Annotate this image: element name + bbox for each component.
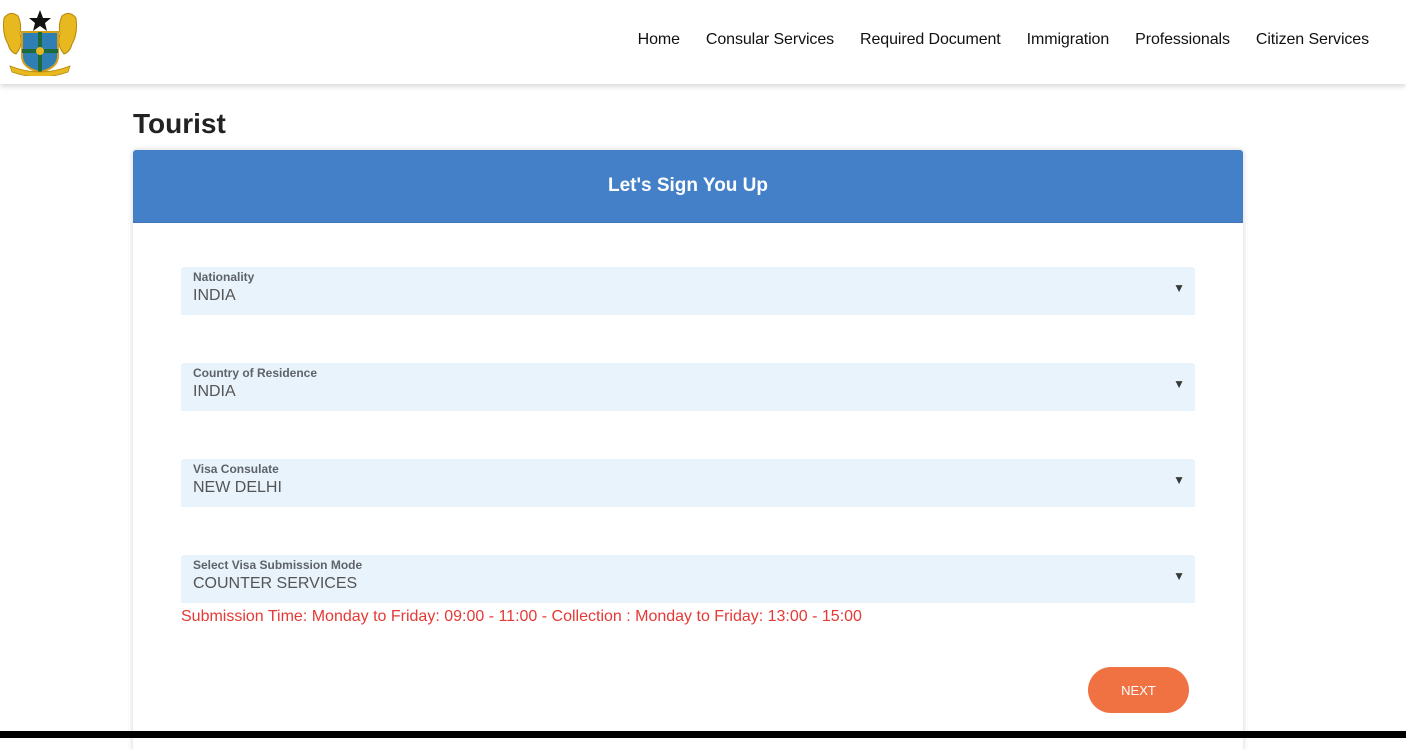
nav-home[interactable]: Home	[638, 31, 680, 49]
country-of-residence-select[interactable]: Country of Residence INDIA ▼	[181, 363, 1195, 411]
bottom-edge	[0, 731, 1406, 738]
chevron-down-icon[interactable]: ▼	[1173, 281, 1185, 295]
chevron-down-icon[interactable]: ▼	[1173, 569, 1185, 583]
card-header-title: Let's Sign You Up	[607, 175, 769, 196]
coat-of-arms-logo[interactable]	[0, 4, 80, 78]
nav-citizen-services[interactable]: Citizen Services	[1256, 31, 1369, 49]
nationality-select[interactable]: Nationality INDIA ▼	[181, 267, 1195, 315]
visa-consulate-label: Visa Consulate	[193, 462, 279, 476]
submission-mode-value: COUNTER SERVICES	[193, 575, 358, 592]
country-of-residence-value: INDIA	[193, 383, 236, 400]
nav-required-document[interactable]: Required Document	[860, 31, 1001, 49]
nav-immigration[interactable]: Immigration	[1027, 31, 1110, 49]
card-header: Let's Sign You Up	[133, 150, 1243, 223]
submission-time-info: Submission Time: Monday to Friday: 09:00…	[181, 608, 862, 625]
visa-consulate-value: NEW DELHI	[193, 479, 282, 496]
chevron-down-icon[interactable]: ▼	[1173, 473, 1185, 487]
submission-mode-select[interactable]: Select Visa Submission Mode COUNTER SERV…	[181, 555, 1195, 603]
nationality-value: INDIA	[193, 287, 236, 304]
visa-consulate-select[interactable]: Visa Consulate NEW DELHI ▼	[181, 459, 1195, 507]
country-of-residence-label: Country of Residence	[193, 366, 318, 380]
chevron-down-icon[interactable]: ▼	[1173, 377, 1185, 391]
nationality-label: Nationality	[193, 270, 255, 284]
page-title: Tourist	[133, 108, 226, 139]
next-button[interactable]: NEXT	[1088, 667, 1189, 713]
nav-consular-services[interactable]: Consular Services	[706, 31, 834, 49]
nav-professionals[interactable]: Professionals	[1135, 31, 1230, 49]
submission-mode-label: Select Visa Submission Mode	[193, 558, 363, 572]
top-navbar: Home Consular Services Required Document…	[0, 0, 1406, 84]
main-nav: Home Consular Services Required Document…	[638, 31, 1369, 49]
signup-card: Let's Sign You Up Nationality INDIA ▼ Co…	[133, 150, 1243, 750]
